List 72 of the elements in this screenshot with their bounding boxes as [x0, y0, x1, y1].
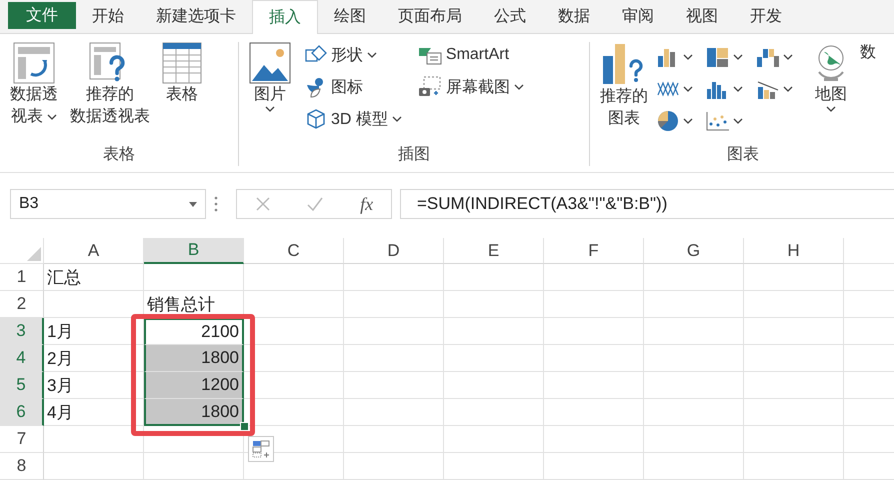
caret-icon: [367, 52, 377, 58]
caret-icon: [265, 106, 275, 112]
ribbon-tab[interactable]: 视图: [670, 0, 734, 33]
ribbon-tab[interactable]: 页面布局: [382, 0, 478, 33]
caret-icon: [47, 114, 57, 120]
table-cell: 2100: [144, 318, 244, 345]
group-label: 表格: [103, 144, 135, 165]
ribbon-tab[interactable]: 开发: [734, 0, 798, 33]
ribbon-tab[interactable]: 插入: [252, 0, 318, 34]
ribbon-button[interactable]: 推荐的 图表: [600, 86, 648, 130]
ribbon-tab[interactable]: 开始: [76, 0, 140, 33]
ribbon-tab[interactable]: 绘图: [318, 0, 382, 33]
treemap-chart-icon: [706, 47, 730, 67]
table-cell: 1800: [144, 345, 244, 372]
caret-icon: [514, 84, 524, 90]
ribbon-tab[interactable]: 公式: [478, 0, 542, 33]
quick-analysis-icon: [252, 440, 270, 458]
waterfall-chart-icon: [756, 47, 780, 67]
cube-icon: [305, 108, 327, 130]
table-cell: 1800: [144, 399, 244, 426]
row-header[interactable]: 6: [0, 399, 44, 426]
select-all-icon[interactable]: [27, 247, 41, 261]
camera-icon: [418, 76, 442, 98]
ribbon-tab[interactable]: 审阅: [606, 0, 670, 33]
row-header[interactable]: 5: [0, 372, 44, 399]
pie-chart-icon: [656, 110, 680, 132]
caret-icon: [733, 54, 743, 60]
pivot-table-icon: [13, 42, 55, 84]
fill-handle[interactable]: [240, 422, 249, 431]
row-header[interactable]: 4: [0, 345, 44, 372]
ribbon-button[interactable]: 数: [860, 42, 876, 64]
formula-field[interactable]: =SUM(INDIRECT(A3&"!"&"B:B")): [400, 189, 894, 219]
ribbon-button[interactable]: 地图: [815, 84, 847, 112]
caret-icon: [826, 106, 836, 112]
insert-function-button[interactable]: fx: [360, 194, 374, 214]
caret-icon: [683, 54, 693, 60]
ribbon-button[interactable]: 图片: [254, 84, 286, 112]
drag-handle-icon: [214, 196, 218, 212]
caret-icon: [683, 86, 693, 92]
caret-icon: [783, 86, 793, 92]
ribbon-button[interactable]: 3D 模型: [331, 108, 402, 130]
quick-analysis-button[interactable]: [248, 436, 274, 462]
ribbon-tab[interactable]: 数据: [542, 0, 606, 33]
ribbon-button[interactable]: SmartArt: [446, 46, 510, 64]
ribbon-button[interactable]: 形状: [331, 44, 377, 66]
ribbon-tab[interactable]: 新建选项卡: [140, 0, 252, 33]
file-menu-tab[interactable]: 文件: [8, 2, 76, 29]
row-header[interactable]: 3: [0, 318, 44, 345]
combo-chart-icon: [756, 79, 780, 99]
table-cell: 1200: [144, 372, 244, 399]
cancel-icon[interactable]: [254, 196, 271, 212]
caret-icon: [683, 118, 693, 124]
caret-icon: [733, 86, 743, 92]
group-label: 图表: [727, 144, 759, 165]
caret-icon: [189, 202, 197, 206]
ribbon-button[interactable]: 数据透 视表: [10, 84, 58, 128]
ribbon-button[interactable]: 图标: [331, 76, 363, 98]
check-icon[interactable]: [306, 196, 324, 212]
table-icon: [162, 42, 202, 84]
picture-icon: [249, 42, 291, 84]
line-chart-icon: [656, 79, 680, 99]
group-label: 插图: [398, 145, 430, 165]
ribbon-button[interactable]: 表格: [166, 84, 198, 106]
caret-icon: [733, 118, 743, 124]
caret-icon: [392, 116, 402, 122]
column-header[interactable]: B: [144, 238, 244, 264]
ribbon-button[interactable]: 屏幕截图: [446, 76, 524, 98]
ribbon-button[interactable]: 推荐的 数据透视表: [70, 84, 150, 128]
scatter-chart-icon: [706, 111, 730, 131]
caret-icon: [783, 54, 793, 60]
name-box[interactable]: B3: [10, 189, 206, 219]
smartart-icon: [418, 45, 442, 65]
